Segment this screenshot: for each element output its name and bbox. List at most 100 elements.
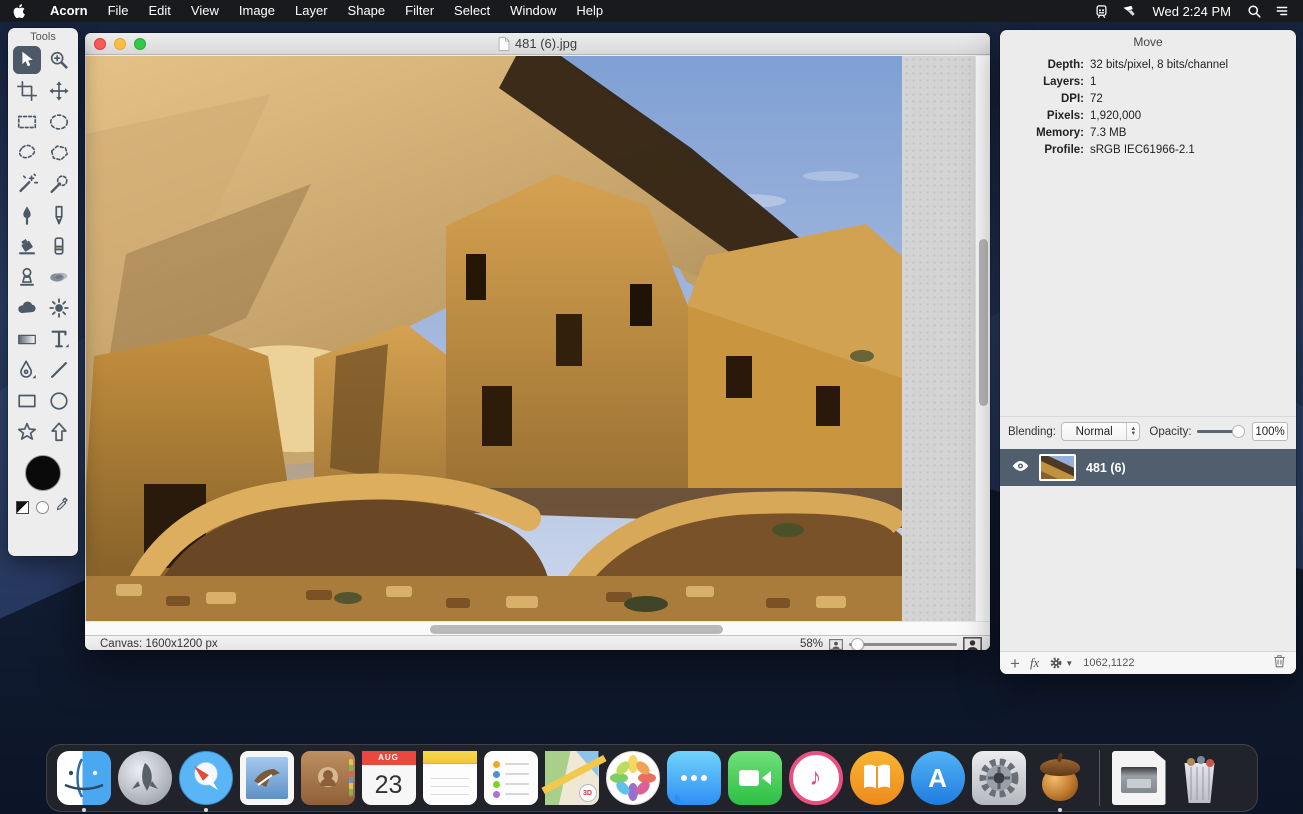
dock-launchpad-icon[interactable] xyxy=(118,751,172,805)
dock-itunes-icon[interactable]: ♪ xyxy=(789,751,843,805)
instant-alpha-tool-icon[interactable] xyxy=(43,169,75,199)
horizontal-scrollbar-thumb[interactable] xyxy=(430,625,723,634)
magic-wand-tool-icon[interactable] xyxy=(11,169,43,199)
dock-contacts-icon[interactable] xyxy=(301,751,355,805)
dock: AUG 23 3D ♪ xyxy=(46,744,1258,812)
cursor-coordinates: 1062,1122 xyxy=(1083,657,1134,669)
layer-row-selected[interactable]: 481 (6) xyxy=(1000,449,1296,486)
menu-layer[interactable]: Layer xyxy=(285,0,338,22)
pen-tool-icon[interactable] xyxy=(11,355,43,385)
arrow-shape-tool-icon[interactable] xyxy=(43,417,75,447)
inspector-bottom-bar: + fx ▼ 1062,1122 xyxy=(1000,651,1296,674)
dock-maps-icon[interactable]: 3D xyxy=(545,751,599,805)
spotlight-search-icon[interactable] xyxy=(1243,0,1265,22)
minimize-button[interactable] xyxy=(114,38,126,50)
eraser-tool-icon[interactable] xyxy=(43,231,75,261)
dodge-tool-icon[interactable] xyxy=(43,293,75,323)
zoom-tool-icon[interactable] xyxy=(43,45,75,75)
canvas-image[interactable] xyxy=(86,56,902,621)
opacity-slider[interactable] xyxy=(1197,430,1240,433)
delete-layer-trash-icon[interactable] xyxy=(1273,654,1286,673)
menu-image[interactable]: Image xyxy=(229,0,285,22)
eyedropper-icon[interactable] xyxy=(55,497,70,517)
dock-mail-icon[interactable] xyxy=(240,751,294,805)
polygon-lasso-tool-icon[interactable] xyxy=(43,138,75,168)
vertical-scrollbar[interactable] xyxy=(975,56,990,621)
clone-stamp-tool-icon[interactable] xyxy=(11,262,43,292)
default-colors-swatch-icon[interactable] xyxy=(16,501,29,514)
crop-tool-icon[interactable] xyxy=(11,76,43,106)
apple-icon xyxy=(12,3,26,19)
gear-caret-icon: ▼ xyxy=(1065,659,1073,668)
menu-filter[interactable]: Filter xyxy=(395,0,444,22)
dock-acorn-icon[interactable] xyxy=(1033,751,1087,805)
dock-reminders-icon[interactable] xyxy=(484,751,538,805)
move-tool-icon[interactable] xyxy=(13,46,41,74)
lasso-tool-icon[interactable] xyxy=(11,138,43,168)
brush-tool-icon[interactable] xyxy=(11,200,43,230)
rectangle-shape-tool-icon[interactable] xyxy=(11,386,43,416)
pencil-tool-icon[interactable] xyxy=(43,200,75,230)
dock-trash-icon[interactable] xyxy=(1173,751,1227,805)
menu-edit[interactable]: Edit xyxy=(139,0,181,22)
dock-calendar-icon[interactable]: AUG 23 xyxy=(362,751,416,805)
dock-notes-icon[interactable] xyxy=(423,751,477,805)
menu-file[interactable]: File xyxy=(98,0,139,22)
dock-finder-icon[interactable] xyxy=(57,751,111,805)
dock-messages-icon[interactable] xyxy=(667,751,721,805)
zoom-slider[interactable] xyxy=(849,643,957,646)
layer-thumbnail[interactable] xyxy=(1039,454,1076,481)
gradient-tool-icon[interactable] xyxy=(11,324,43,354)
star-shape-tool-icon[interactable] xyxy=(11,417,43,447)
color-well[interactable] xyxy=(25,455,61,491)
menu-acorn[interactable]: Acorn xyxy=(40,0,98,22)
oval-selection-tool-icon[interactable] xyxy=(43,107,75,137)
line-tool-icon[interactable] xyxy=(43,355,75,385)
menu-window[interactable]: Window xyxy=(500,0,566,22)
zoom-window-button[interactable] xyxy=(134,38,146,50)
image-info-list: Depth:32 bits/pixel, 8 bits/channel Laye… xyxy=(1000,57,1296,158)
apple-menu[interactable] xyxy=(0,3,40,19)
rect-selection-tool-icon[interactable] xyxy=(11,107,43,137)
opacity-slider-knob[interactable] xyxy=(1232,425,1245,438)
menubar-clock[interactable]: Wed 2:24 PM xyxy=(1146,4,1237,19)
menubar-extra-2-icon[interactable] xyxy=(1118,0,1140,22)
smudge-tool-icon[interactable] xyxy=(43,262,75,292)
layer-effects-button[interactable]: fx xyxy=(1030,655,1039,671)
inspector-palette: Move Depth:32 bits/pixel, 8 bits/channel… xyxy=(1000,30,1296,674)
dock-photos-icon[interactable] xyxy=(606,751,660,805)
dock-system-preferences-icon[interactable] xyxy=(972,751,1026,805)
secondary-color-well[interactable] xyxy=(36,501,49,514)
menu-select[interactable]: Select xyxy=(444,0,500,22)
zoom-out-image-icon[interactable] xyxy=(829,639,843,650)
zoom-slider-knob[interactable] xyxy=(851,638,864,651)
dock-document-file-icon[interactable] xyxy=(1112,751,1166,805)
horizontal-scrollbar[interactable] xyxy=(85,621,990,635)
blur-tool-icon[interactable] xyxy=(11,293,43,323)
zoom-in-image-icon[interactable] xyxy=(963,637,982,651)
menu-help[interactable]: Help xyxy=(566,0,613,22)
appstore-letter: A xyxy=(911,751,965,805)
oval-shape-tool-icon[interactable] xyxy=(43,386,75,416)
dock-facetime-icon[interactable] xyxy=(728,751,782,805)
text-tool-icon[interactable] xyxy=(43,324,75,354)
dock-appstore-icon[interactable]: A xyxy=(911,751,965,805)
dock-safari-icon[interactable] xyxy=(179,751,233,805)
layer-visibility-eye-icon[interactable] xyxy=(1012,459,1029,477)
opacity-value-field[interactable]: 100% xyxy=(1252,422,1288,441)
menu-view[interactable]: View xyxy=(181,0,229,22)
info-value: 32 bits/pixel, 8 bits/channel xyxy=(1090,59,1288,71)
document-titlebar[interactable]: 481 (6).jpg xyxy=(85,33,990,55)
notification-center-icon[interactable] xyxy=(1271,0,1293,22)
layer-actions-menu[interactable]: ▼ xyxy=(1049,656,1073,670)
dock-ibooks-icon[interactable] xyxy=(850,751,904,805)
menu-shape[interactable]: Shape xyxy=(338,0,396,22)
add-layer-button[interactable]: + xyxy=(1010,655,1020,672)
pan-tool-icon[interactable] xyxy=(43,76,75,106)
close-button[interactable] xyxy=(94,38,106,50)
tools-grid xyxy=(8,45,78,447)
menubar-extra-1-icon[interactable] xyxy=(1090,0,1112,22)
vertical-scrollbar-thumb[interactable] xyxy=(979,239,988,406)
flood-fill-tool-icon[interactable] xyxy=(11,231,43,261)
blending-select[interactable]: Normal ▲▼ xyxy=(1061,422,1140,441)
